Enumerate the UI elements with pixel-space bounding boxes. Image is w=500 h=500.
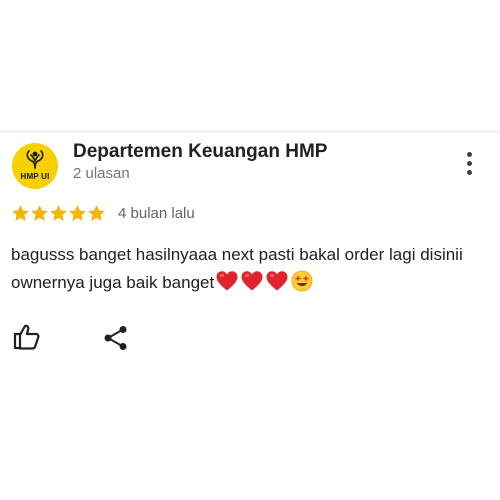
star-struck-face-icon bbox=[291, 270, 313, 292]
author-name[interactable]: Departemen Keuangan HMP bbox=[73, 141, 327, 163]
star-rating bbox=[11, 204, 106, 223]
avatar-logo-text: HMP UI bbox=[20, 172, 50, 181]
review-count: 2 ulasan bbox=[73, 165, 130, 182]
rating-row: 4 bulan lalu bbox=[11, 203, 195, 223]
star-icon bbox=[12, 204, 29, 221]
like-button[interactable] bbox=[12, 323, 42, 351]
red-heart-icon bbox=[266, 271, 288, 291]
blank-header-area bbox=[0, 0, 500, 132]
avatar[interactable]: HMP UI bbox=[12, 143, 58, 189]
share-icon bbox=[104, 326, 127, 350]
star-icon bbox=[69, 204, 86, 221]
more-dot bbox=[467, 161, 472, 166]
red-heart-icon bbox=[216, 271, 238, 291]
star-icon bbox=[50, 204, 67, 221]
share-button[interactable] bbox=[103, 325, 129, 351]
red-heart-icon bbox=[241, 271, 263, 291]
star-icon bbox=[31, 204, 48, 221]
thumbs-up-icon bbox=[13, 324, 40, 350]
review-text: bagusss banget hasilnyaaa next pasti bak… bbox=[11, 241, 495, 301]
more-dot bbox=[467, 170, 472, 175]
review-emojis bbox=[214, 270, 314, 301]
more-vertical-icon bbox=[467, 152, 472, 157]
hmp-logo-icon bbox=[26, 150, 44, 169]
review-card: HMP UI Departemen Keuangan HMP 2 ulasan … bbox=[0, 133, 500, 500]
review-time: 4 bulan lalu bbox=[118, 204, 195, 222]
more-options-button[interactable] bbox=[458, 149, 482, 179]
star-icon bbox=[88, 204, 105, 221]
